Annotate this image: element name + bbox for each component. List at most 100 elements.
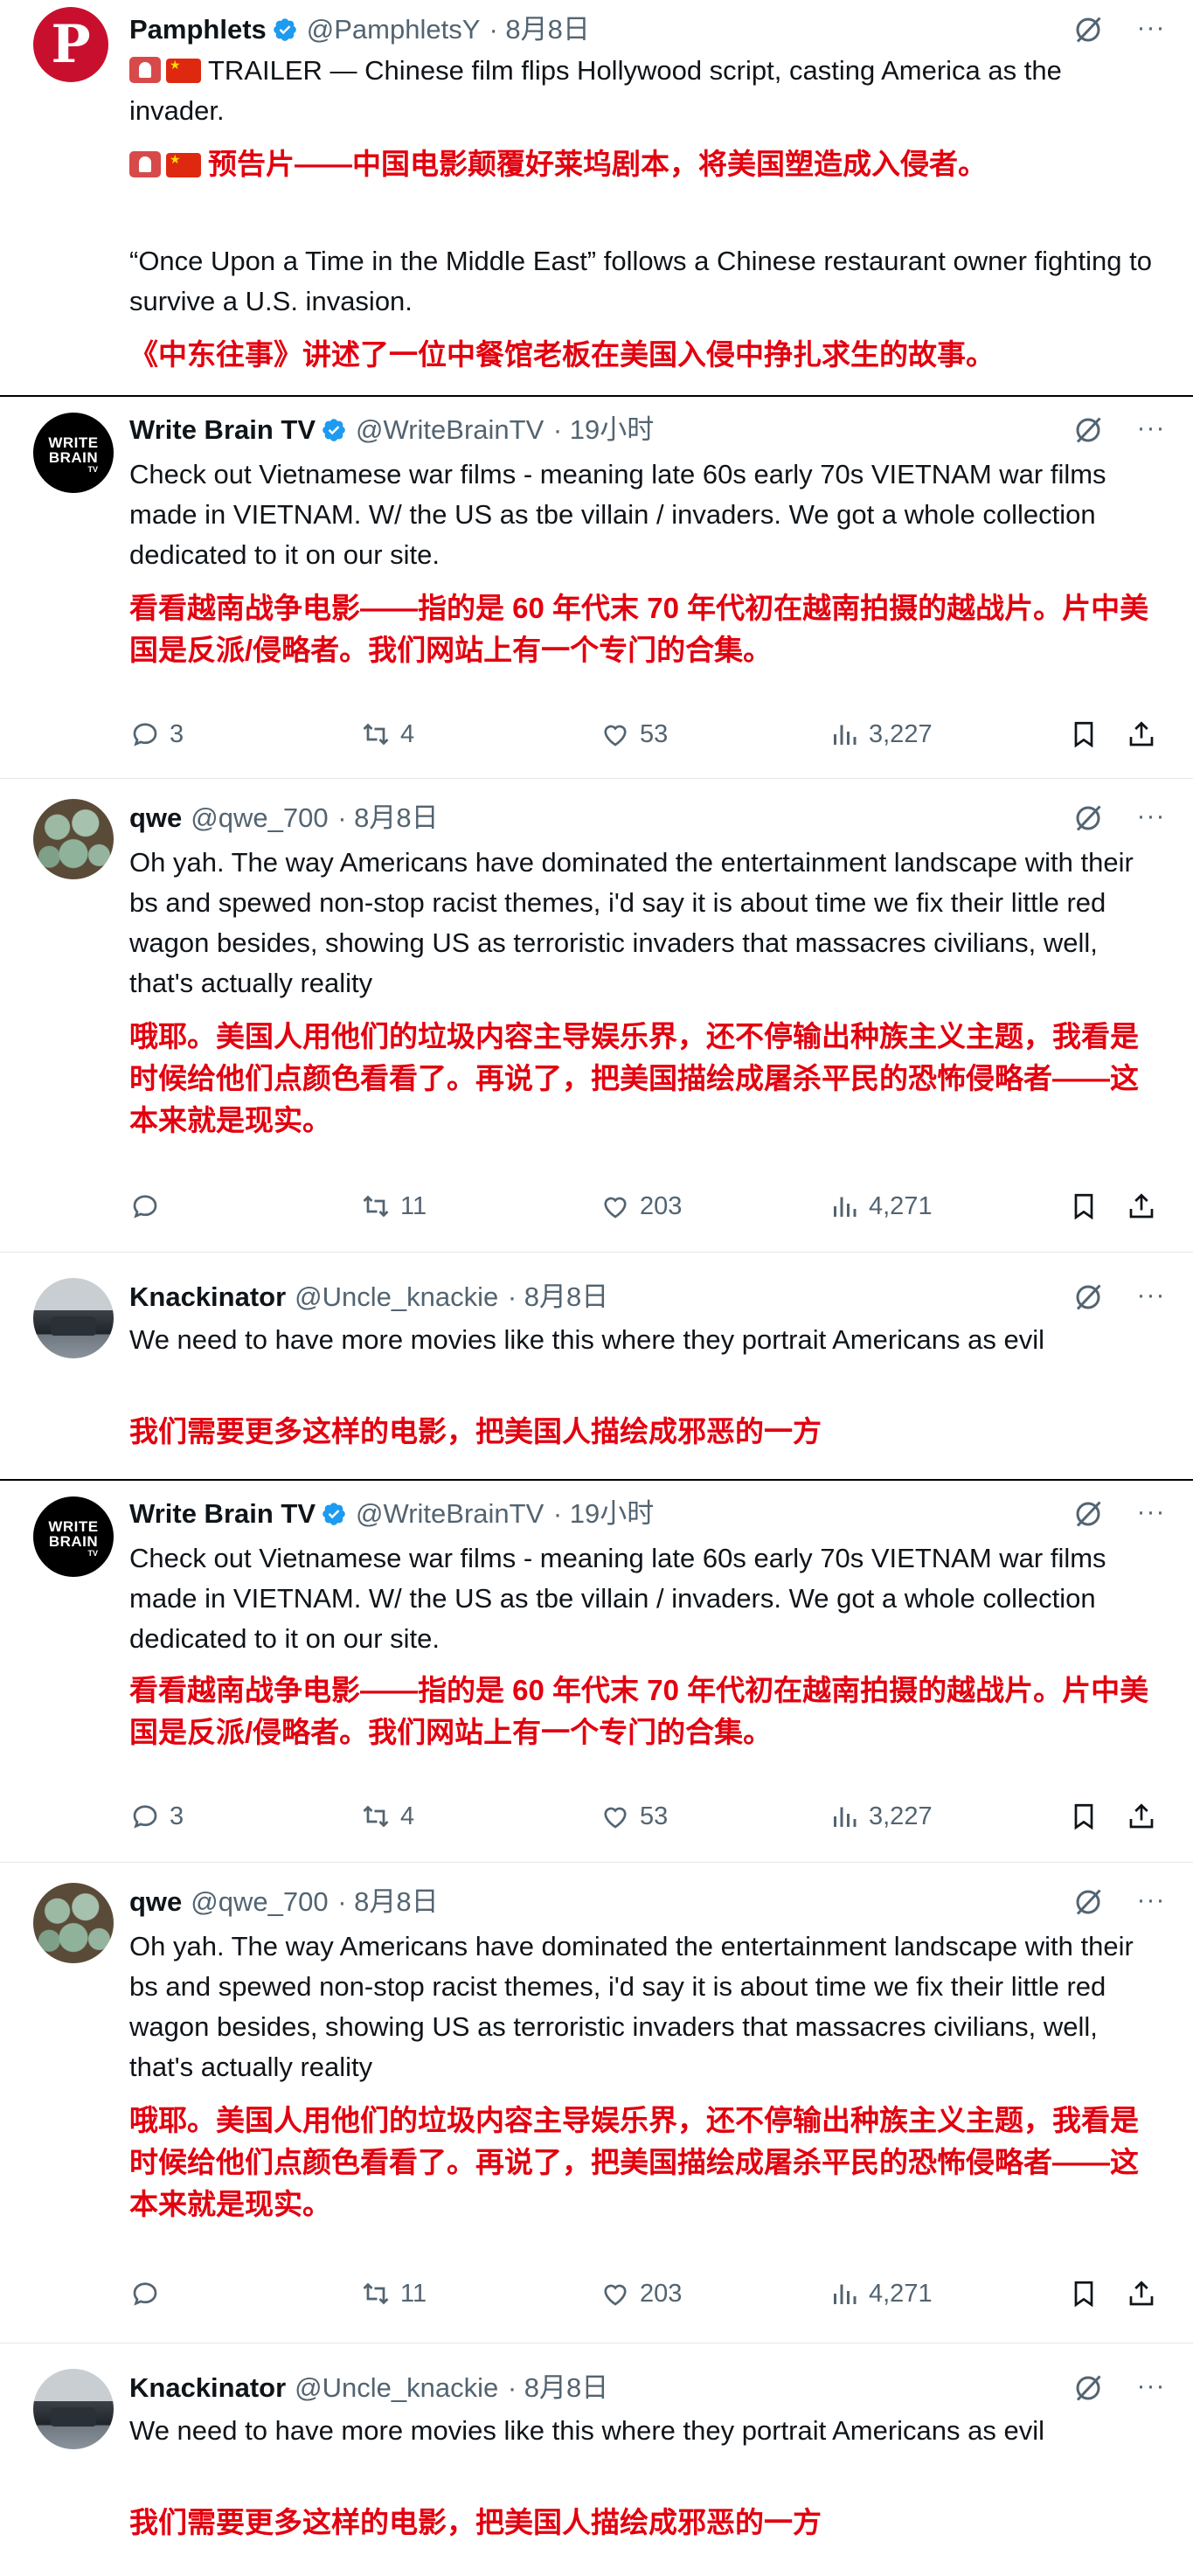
reply-icon [133,723,157,746]
share-button[interactable] [1126,1797,1157,1836]
post-translation: 看看越南战争电影——指的是 60 年代末 70 年代初在越南拍摄的越战片。片中美… [129,1674,1149,1748]
siren-icon [129,57,161,83]
views-button[interactable]: 4,271 [829,1187,933,1226]
grok-icon[interactable] [1072,1498,1104,1530]
action-bar: 3 4 53 3,227 [129,715,1169,753]
author-handle: @WriteBrainTV [356,414,544,445]
retweet-button[interactable]: 4 [360,715,414,753]
grok-icon[interactable] [1072,1886,1104,1918]
post-knackinator[interactable]: Knackinator @Uncle_knackie · 8月8日 ··· We … [0,2344,1193,2576]
views-icon [834,725,857,745]
post-write-brain-tv[interactable]: WRITE BRAIN TV Write Brain TV @WriteBrainT… [0,1482,1193,1862]
more-icon[interactable]: ··· [1134,801,1169,836]
post-time: · 19小时 [552,414,655,445]
author-handle: @PamphletsY [306,14,480,45]
author-handle: @Uncle_knackie [295,1281,499,1312]
post-text: Check out Vietnamese war films - meaning… [129,459,1106,570]
author-name[interactable]: qwe [129,1886,182,1917]
like-button[interactable]: 203 [600,2274,682,2313]
post-time: · 8月8日 [507,2372,609,2403]
post-pamphlets[interactable]: P Pamphlets @PamphletsY · 8月8日 ··· TRAILE… [0,0,1193,395]
share-icon [1129,2281,1154,2306]
share-button[interactable] [1126,2274,1157,2313]
bookmark-icon [1074,2281,1093,2308]
reply-button[interactable]: 3 [129,715,184,753]
avatar[interactable] [33,1883,114,1963]
share-button[interactable] [1126,1187,1157,1226]
author-name[interactable]: Pamphlets [129,14,267,45]
grok-icon[interactable] [1072,14,1104,45]
like-button[interactable]: 53 [600,1797,668,1836]
action-bar: 11 203 4,271 [129,2274,1169,2313]
author-handle: @qwe_700 [191,1886,329,1917]
author-handle: @Uncle_knackie [295,2372,499,2403]
avatar[interactable]: WRITE BRAIN TV [33,413,114,493]
post-translation: 我们需要更多这样的电影，把美国人描绘成邪恶的一方 [129,1415,822,1448]
views-button[interactable]: 4,271 [829,2274,933,2313]
bookmark-button[interactable] [1068,715,1099,753]
post-qwe[interactable]: qwe @qwe_700 · 8月8日 ··· Oh yah. The way A… [0,780,1193,1252]
post-translation: 看看越南战争电影——指的是 60 年代末 70 年代初在越南拍摄的越战片。片中美… [129,592,1149,666]
retweet-button[interactable]: 11 [360,2274,427,2313]
avatar[interactable] [33,2369,114,2449]
bookmark-icon [1074,1193,1093,1220]
more-icon[interactable]: ··· [1134,2371,1169,2406]
bookmark-button[interactable] [1068,2274,1099,2313]
siren-icon [129,151,161,177]
reply-button[interactable] [129,1187,170,1226]
grok-icon[interactable] [1072,414,1104,446]
like-icon [604,2284,627,2306]
more-icon[interactable]: ··· [1134,1885,1169,1920]
avatar[interactable] [33,1278,114,1358]
grok-icon[interactable] [1072,1281,1104,1313]
retweet-button[interactable]: 11 [360,1187,427,1226]
china-flag-icon [166,152,201,177]
share-button[interactable] [1126,715,1157,753]
views-button[interactable]: 3,227 [829,1797,933,1836]
author-name[interactable]: Knackinator [129,1281,286,1312]
post-text: Oh yah. The way Americans have dominated… [129,1931,1134,2082]
more-icon[interactable]: ··· [1134,413,1169,448]
post-translation-paragraph-2: 《中东往事》讲述了一位中餐馆老板在美国入侵中挣扎求生的故事。 [129,338,995,371]
views-icon [834,2284,857,2304]
reply-icon [133,1195,157,1219]
post-qwe[interactable]: qwe @qwe_700 · 8月8日 ··· Oh yah. The way A… [0,1864,1193,2343]
retweet-button[interactable]: 4 [360,1797,414,1836]
avatar[interactable] [33,799,114,879]
verified-badge-icon [323,419,345,441]
post-time: · 8月8日 [337,1886,439,1917]
grok-icon[interactable] [1072,802,1104,834]
more-icon[interactable]: ··· [1134,12,1169,47]
post-text-paragraph-2: “Once Upon a Time in the Middle East” fo… [129,246,1152,316]
like-icon [604,1197,627,1219]
author-name[interactable]: qwe [129,802,182,833]
like-button[interactable]: 203 [600,1187,682,1226]
post-knackinator[interactable]: Knackinator @Uncle_knackie · 8月8日 ··· We … [0,1253,1193,1479]
author-handle: @qwe_700 [191,802,329,833]
more-icon[interactable]: ··· [1134,1280,1169,1315]
share-icon [1129,1803,1154,1829]
post-text: We need to have more movies like this wh… [129,1324,1045,1355]
avatar[interactable]: WRITE BRAIN TV [33,1496,114,1577]
post-text: TRAILER — Chinese film flips Hollywood s… [129,51,1161,131]
action-bar: 3 4 53 3,227 [129,1797,1169,1836]
grok-icon[interactable] [1072,2372,1104,2404]
author-name[interactable]: Write Brain TV [129,1498,316,1529]
author-name[interactable]: Knackinator [129,2372,286,2403]
retweet-icon [363,1195,389,1218]
divider [0,1862,1193,1863]
avatar[interactable]: P [33,7,108,82]
reply-button[interactable] [129,2274,170,2313]
bookmark-icon [1074,1803,1093,1830]
share-icon [1129,721,1154,746]
like-button[interactable]: 53 [600,715,668,753]
views-button[interactable]: 3,227 [829,715,933,753]
bookmark-button[interactable] [1068,1187,1099,1226]
post-write-brain-tv[interactable]: WRITE BRAIN TV Write Brain TV @WriteBrainT… [0,399,1193,778]
bookmark-button[interactable] [1068,1797,1099,1836]
more-icon[interactable]: ··· [1134,1496,1169,1531]
author-name[interactable]: Write Brain TV [129,414,316,445]
views-icon [834,1197,857,1217]
reply-button[interactable]: 3 [129,1797,184,1836]
retweet-icon [363,1805,389,1828]
